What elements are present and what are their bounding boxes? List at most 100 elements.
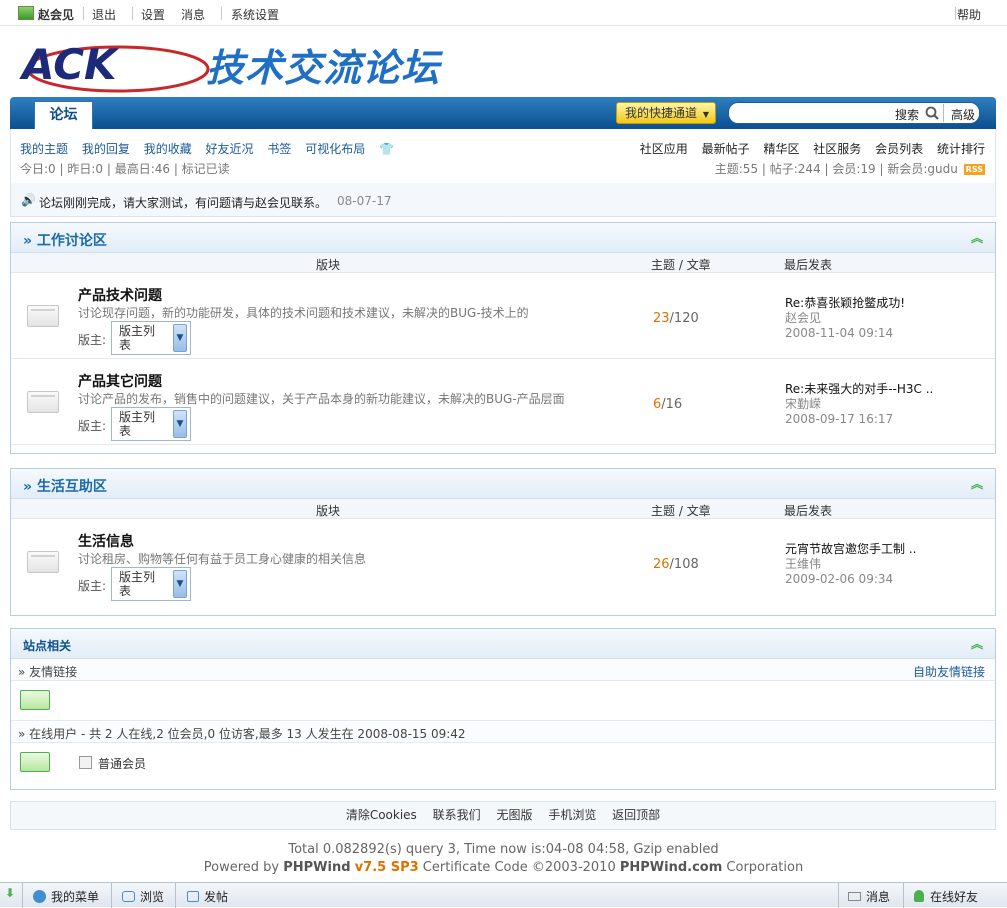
last-post: Re:恭喜张颖抢鳖成功! 赵会见 2008-11-04 09:14 (785, 296, 905, 341)
version-text: v7.5 SP3 (354, 860, 419, 875)
forum-status-icon (27, 305, 59, 327)
last-post-author[interactable]: 王维伟 (785, 557, 916, 572)
moderator-label: 版主: (78, 579, 107, 593)
quick-access-dropdown[interactable]: 我的快捷通道 ▼ (616, 102, 716, 124)
menu-icon (33, 890, 46, 903)
my-topics-link[interactable]: 我的主题 (20, 142, 68, 156)
services-link[interactable]: 社区服务 (813, 142, 861, 156)
shirt-icon[interactable]: 👕 (379, 142, 394, 156)
announcement-text[interactable]: 论坛刚刚完成，请大家测试，有问题请与赵会见联系。 (39, 194, 327, 211)
bottom-toolbar: ⬇ 我的菜单 浏览 发帖 消息 在线好友 (0, 882, 1007, 908)
section-title[interactable]: » 生活互助区 (23, 476, 107, 496)
digest-link[interactable]: 精华区 (763, 142, 799, 156)
browse-label: 浏览 (140, 890, 165, 904)
select-arrow-icon: ▼ (173, 324, 187, 352)
forum-row: 生活信息 讨论租房、购物等任何有益于员工身心健康的相关信息 版主: 版主列表 ▼ … (11, 519, 995, 605)
section-title[interactable]: » 工作讨论区 (23, 230, 107, 250)
powered-by-text: Powered by (203, 860, 284, 875)
contact-link[interactable]: 联系我们 (433, 808, 481, 822)
topic-count: 26 (653, 557, 670, 572)
brand-site-link[interactable]: PHPWind.com (620, 860, 722, 875)
username-link[interactable]: 赵会见 (38, 6, 74, 23)
collapse-icon[interactable]: ︽ (971, 635, 983, 652)
visual-layout-link[interactable]: 可视化布局 (305, 142, 365, 156)
ack-logo-icon[interactable]: ACK (18, 35, 218, 95)
friend-icon (914, 890, 924, 902)
members-link[interactable]: 会员列表 (875, 142, 923, 156)
mobile-link[interactable]: 手机浏览 (548, 808, 596, 822)
messages-link[interactable]: 消息 (181, 6, 205, 23)
select-arrow-icon: ▼ (173, 570, 187, 598)
text-version-link[interactable]: 无图版 (496, 808, 532, 822)
my-menu-button[interactable]: 我的菜单 (33, 888, 99, 905)
links-label: » 友情链接 (18, 665, 78, 679)
forum-name[interactable]: 产品其它问题 (78, 371, 162, 391)
latest-posts-link[interactable]: 最新帖子 (702, 142, 750, 156)
online-card-icon (20, 752, 50, 772)
online-friends-label: 在线好友 (930, 890, 979, 904)
col-counts: 主题 / 文章 (651, 258, 711, 272)
forum-name[interactable]: 产品技术问题 (78, 285, 162, 305)
last-post-title[interactable]: Re:未来强大的对手--H3C .. (785, 382, 933, 397)
collapse-icon[interactable]: ︽ (971, 475, 983, 492)
moderator-select[interactable]: 版主列表 ▼ (111, 567, 191, 601)
last-post-title[interactable]: 元宵节故宫邀您手工制 .. (785, 542, 916, 557)
download-icon[interactable]: ⬇ (5, 886, 15, 900)
forum-stats-text: 主题:55 | 帖子:244 | 会员:19 | 新会员:gudu (714, 162, 958, 176)
brand-link[interactable]: PHPWind (283, 860, 350, 875)
search-button[interactable]: 搜索 (895, 106, 919, 123)
online-summary: » 在线用户 - 共 2 人在线,2 位会员,0 位访客,最多 13 人发生在 … (18, 727, 466, 741)
divider (903, 883, 904, 908)
post-count: /108 (669, 557, 699, 572)
announcement-date: 08-07-17 (337, 194, 392, 208)
stats-link[interactable]: 统计排行 (937, 142, 985, 156)
col-last: 最后发表 (784, 258, 833, 272)
my-replies-link[interactable]: 我的回复 (82, 142, 130, 156)
tab-forum[interactable]: 论坛 (34, 101, 93, 129)
add-link-button[interactable]: 自助友情链接 (913, 663, 985, 680)
last-post: 元宵节故宫邀您手工制 .. 王维伟 2009-02-06 09:34 (785, 542, 916, 587)
last-post-author[interactable]: 宋勤嵘 (785, 397, 933, 412)
member-type-label: 普通会员 (98, 757, 147, 771)
friends-status-link[interactable]: 好友近况 (206, 142, 254, 156)
moderator-label: 版主: (78, 419, 107, 433)
system-settings-link[interactable]: 系统设置 (231, 6, 279, 23)
settings-link[interactable]: 设置 (141, 6, 165, 23)
messages-label: 消息 (866, 890, 891, 904)
collapse-icon[interactable]: ︽ (971, 229, 983, 246)
last-post-title[interactable]: Re:恭喜张颖抢鳖成功! (785, 296, 905, 311)
online-header: » 在线用户 - 共 2 人在线,2 位会员,0 位访客,最多 13 人发生在 … (11, 721, 995, 743)
section-header: » 生活互助区 ︽ (11, 469, 995, 499)
online-friends-button[interactable]: 在线好友 (914, 888, 978, 905)
forum-desc: 讨论产品的发布，销售中的问题建议，关于产品本身的新功能建议，未解决的BUG-产品… (78, 392, 565, 406)
last-post-author[interactable]: 赵会见 (785, 311, 905, 326)
column-header: 版块 主题 / 文章 最后发表 (11, 499, 995, 519)
post-button[interactable]: 发帖 (187, 888, 228, 905)
forum-row: 产品其它问题 讨论产品的发布，销售中的问题建议，关于产品本身的新功能建议，未解决… (11, 359, 995, 445)
daily-stats: 今日:0 | 昨日:0 | 最高日:46 | 标记已读 (20, 162, 230, 176)
search-icon[interactable] (925, 106, 939, 120)
column-header: 版块 主题 / 文章 最后发表 (11, 253, 995, 273)
main-nav: 论坛 我的快捷通道 ▼ 搜索 高级 (10, 97, 996, 129)
bookmarks-link[interactable]: 书签 (267, 142, 291, 156)
apps-link[interactable]: 社区应用 (640, 142, 688, 156)
my-favorites-link[interactable]: 我的收藏 (144, 142, 192, 156)
rss-icon[interactable]: RSS (963, 164, 985, 175)
browse-button[interactable]: 浏览 (122, 888, 164, 905)
section-life: » 生活互助区 ︽ 版块 主题 / 文章 最后发表 生活信息 讨论租房、购物等任… (10, 468, 996, 616)
forum-name[interactable]: 生活信息 (78, 531, 134, 551)
section-header: » 工作讨论区 ︽ (11, 223, 995, 253)
logout-link[interactable]: 退出 (92, 6, 116, 23)
advanced-search-link[interactable]: 高级 (951, 106, 975, 123)
back-to-top-link[interactable]: 返回顶部 (612, 808, 660, 822)
forum-stats: 主题:55 | 帖子:244 | 会员:19 | 新会员:gudu RSS (715, 160, 985, 177)
moderator-select[interactable]: 版主列表 ▼ (111, 321, 191, 355)
moderator-select[interactable]: 版主列表 ▼ (111, 407, 191, 441)
messages-button[interactable]: 消息 (848, 888, 890, 905)
col-forum: 版块 (316, 258, 341, 272)
clear-cookies-link[interactable]: 清除Cookies (346, 808, 417, 822)
select-arrow-icon: ▼ (173, 410, 187, 438)
divider (943, 104, 944, 122)
help-link[interactable]: 帮助 (957, 6, 981, 23)
online-area: 普通会员 (11, 743, 995, 787)
